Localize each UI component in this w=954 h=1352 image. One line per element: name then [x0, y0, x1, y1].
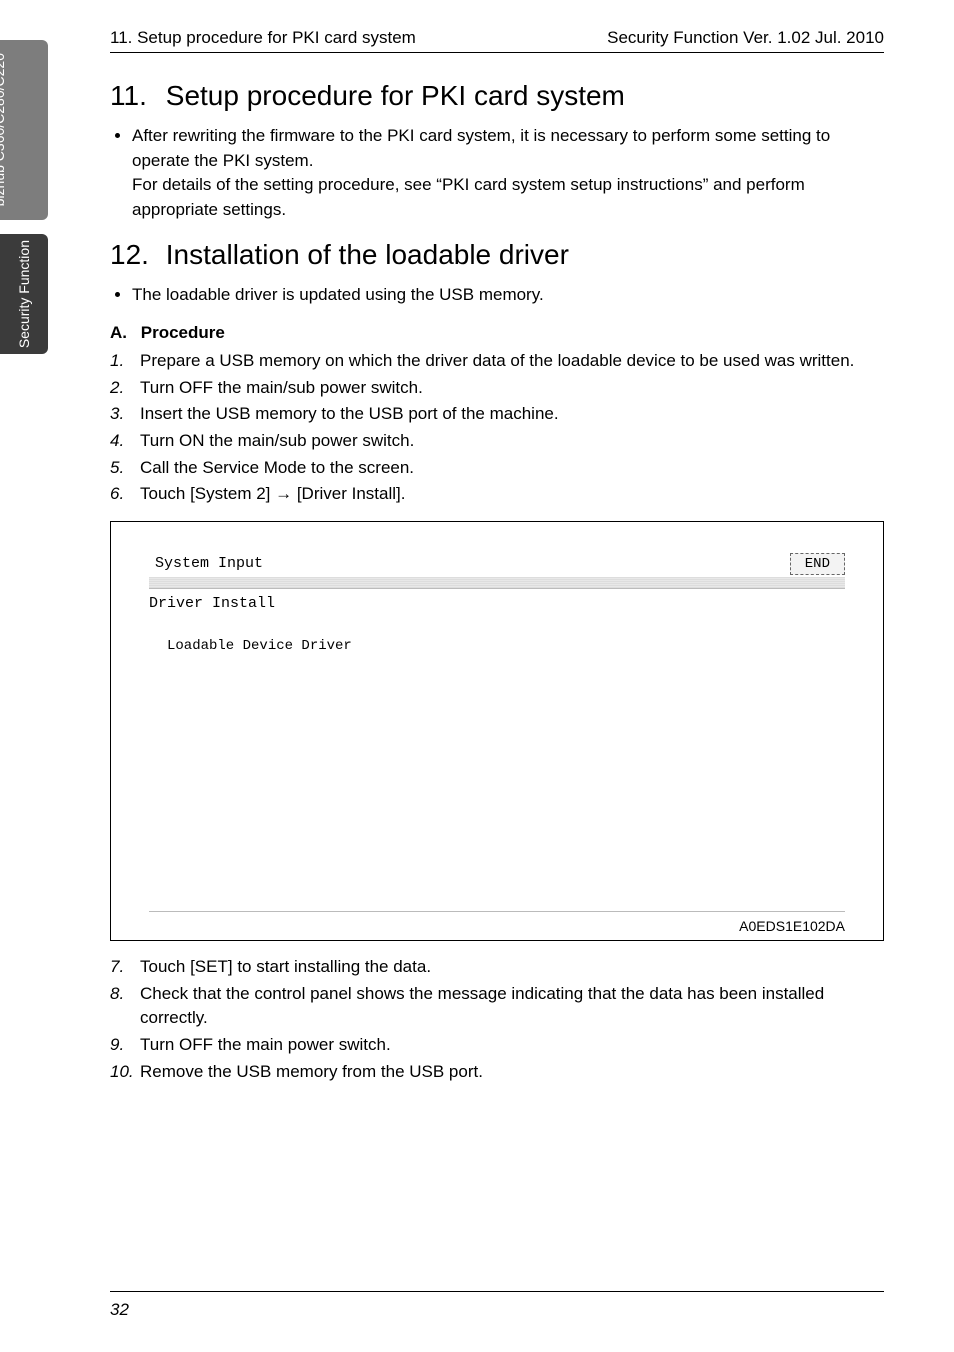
procedure-step: 1.Prepare a USB memory on which the driv…	[110, 349, 884, 374]
figure-separator-bar	[149, 577, 845, 589]
step-number: 5.	[110, 456, 140, 481]
step-text: Call the Service Mode to the screen.	[140, 456, 884, 481]
figure-bottom-line	[149, 911, 845, 912]
section-11-bullets: After rewriting the firmware to the PKI …	[132, 124, 884, 223]
page: bizhub C360/C280/C220 for PKI Card Syste…	[0, 0, 954, 1352]
running-header-left: 11. Setup procedure for PKI card system	[110, 28, 416, 48]
side-tab-model-line2: for PKI Card System	[58, 66, 74, 194]
step-text: Remove the USB memory from the USB port.	[140, 1060, 884, 1085]
step-number: 1.	[110, 349, 140, 374]
footer-rule	[110, 1291, 884, 1292]
figure-box: System Input END Driver Install Loadable…	[110, 521, 884, 941]
content-area: 11. Setup procedure for PKI card system …	[110, 70, 884, 1086]
figure-title: System Input	[149, 552, 269, 575]
running-header: 11. Setup procedure for PKI card system …	[110, 28, 884, 48]
side-tab-model-line1: bizhub C360/C280/C220	[0, 53, 6, 206]
step-text: Turn ON the main/sub power switch.	[140, 429, 884, 454]
section-11-number: 11.	[110, 80, 158, 112]
section-12-title: Installation of the loadable driver	[166, 239, 569, 270]
procedure-step: 8.Check that the control panel shows the…	[110, 982, 884, 1031]
procedure-step: 3.Insert the USB memory to the USB port …	[110, 402, 884, 427]
header-rule	[110, 52, 884, 53]
figure-driver-install-label: Driver Install	[149, 595, 845, 612]
procedure-step: 7.Touch [SET] to start installing the da…	[110, 955, 884, 980]
figure-inner: System Input END Driver Install Loadable…	[149, 552, 845, 912]
step-number: 2.	[110, 376, 140, 401]
procedure-steps: 1.Prepare a USB memory on which the driv…	[110, 349, 884, 507]
section-11-bullet-1-text: After rewriting the firmware to the PKI …	[132, 126, 830, 170]
section-12-bullet-1: The loadable driver is updated using the…	[132, 283, 884, 308]
procedure-step: 2.Turn OFF the main/sub power switch.	[110, 376, 884, 401]
step-text: Turn OFF the main/sub power switch.	[140, 376, 884, 401]
page-number: 32	[110, 1300, 129, 1320]
figure-loadable-driver-label: Loadable Device Driver	[167, 638, 845, 654]
step-text: Insert the USB memory to the USB port of…	[140, 402, 884, 427]
step-text: Prepare a USB memory on which the driver…	[140, 349, 884, 374]
procedure-steps-after-figure: 7.Touch [SET] to start installing the da…	[110, 955, 884, 1084]
section-11-bullet-1: After rewriting the firmware to the PKI …	[132, 124, 884, 223]
section-11-heading: 11. Setup procedure for PKI card system	[110, 80, 884, 112]
step-text: Turn OFF the main power switch.	[140, 1033, 884, 1058]
step-text: Check that the control panel shows the m…	[140, 982, 884, 1031]
step-number: 10.	[110, 1060, 140, 1085]
figure-id: A0EDS1E102DA	[149, 918, 845, 934]
section-12-bullets: The loadable driver is updated using the…	[132, 283, 884, 308]
side-tab-model-text: bizhub C360/C280/C220 for PKI Card Syste…	[0, 53, 74, 206]
figure-title-row: System Input END	[149, 552, 845, 575]
procedure-step: 9.Turn OFF the main power switch.	[110, 1033, 884, 1058]
section-11-bullet-1-follow: For details of the setting procedure, se…	[132, 175, 805, 219]
figure-end-button[interactable]: END	[790, 553, 845, 575]
procedure-step: 10.Remove the USB memory from the USB po…	[110, 1060, 884, 1085]
side-tab-security-text: Security Function	[16, 240, 33, 348]
step-number: 7.	[110, 955, 140, 980]
step-number: 8.	[110, 982, 140, 1031]
procedure-step: 5.Call the Service Mode to the screen.	[110, 456, 884, 481]
running-header-right: Security Function Ver. 1.02 Jul. 2010	[607, 28, 884, 48]
procedure-title: Procedure	[141, 323, 225, 342]
side-tab-security: Security Function	[0, 234, 48, 354]
procedure-heading: A. Procedure	[110, 323, 884, 343]
procedure-step: 4.Turn ON the main/sub power switch.	[110, 429, 884, 454]
section-12-number: 12.	[110, 239, 158, 271]
step-number: 6.	[110, 482, 140, 507]
step-number: 9.	[110, 1033, 140, 1058]
section-12-heading: 12. Installation of the loadable driver	[110, 239, 884, 271]
side-tabs: bizhub C360/C280/C220 for PKI Card Syste…	[0, 40, 48, 354]
section-11-title: Setup procedure for PKI card system	[166, 80, 625, 111]
step-number: 3.	[110, 402, 140, 427]
step-text: Touch [SET] to start installing the data…	[140, 955, 884, 980]
procedure-step: 6.Touch [System 2] → [Driver Install].	[110, 482, 884, 507]
step-text: Touch [System 2] → [Driver Install].	[140, 482, 884, 507]
procedure-letter: A.	[110, 323, 136, 343]
step-number: 4.	[110, 429, 140, 454]
side-tab-model: bizhub C360/C280/C220 for PKI Card Syste…	[0, 40, 48, 220]
